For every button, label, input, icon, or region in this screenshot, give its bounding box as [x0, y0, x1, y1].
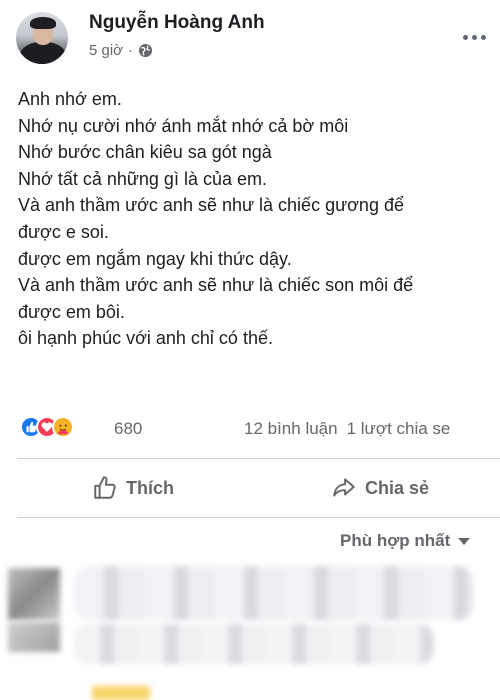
post-line: Nhớ bước chân kiêu sa gót ngà: [18, 142, 272, 163]
engagement-summary: 12 bình luận 1 lượt chia se: [244, 419, 459, 439]
post-line: Và anh thầm ước anh sẽ như là chiếc son …: [18, 275, 414, 296]
avatar-hair: [30, 17, 56, 29]
post-line: Anh nhớ em.: [18, 89, 122, 109]
author-avatar[interactable]: [16, 12, 68, 64]
share-button[interactable]: Chia sẻ: [331, 462, 429, 514]
post-line: Nhớ tất cả những gì là của em.: [18, 168, 267, 189]
divider: [17, 458, 500, 459]
share-label: Chia sẻ: [365, 477, 430, 498]
blurred-avatar: [8, 622, 60, 652]
meta-separator: ·: [128, 42, 134, 59]
share-arrow-icon: [333, 478, 355, 497]
reaction-count[interactable]: 680: [114, 419, 142, 439]
post-line: được e soi.: [18, 221, 109, 242]
reaction-icons[interactable]: [20, 416, 74, 438]
ellipsis-icon: [462, 34, 468, 40]
author-name[interactable]: Nguyễn Hoàng Anh: [89, 12, 265, 34]
globe-icon[interactable]: [138, 43, 153, 58]
like-label: Thích: [126, 477, 174, 498]
ellipsis-icon: [480, 34, 486, 40]
action-bar: Thích Chia sẻ: [0, 462, 500, 514]
blurred-comment-bubble: [74, 624, 434, 664]
post-line: ôi hạnh phúc với anh chỉ có thế.: [18, 328, 273, 349]
comment-count[interactable]: 12 bình luận: [244, 419, 338, 438]
post-line: Nhớ nụ cười nhớ ánh mắt nhớ cả bờ môi: [18, 115, 349, 136]
blurred-avatar: [8, 568, 60, 620]
ellipsis-icon: [471, 34, 477, 40]
blurred-comment-bubble: [74, 566, 474, 620]
avatar-body: [20, 42, 66, 64]
post-meta: 5 giờ ·: [89, 42, 153, 59]
post-header: Nguyễn Hoàng Anh 5 giờ ·: [0, 0, 500, 76]
more-options-button[interactable]: [456, 22, 492, 52]
comment-sort-dropdown[interactable]: Phù hợp nhất: [340, 531, 471, 551]
care-icon: [52, 416, 74, 438]
blurred-reaction: [92, 686, 150, 700]
like-button[interactable]: Thích: [92, 462, 174, 514]
thumbs-up-icon: [94, 476, 116, 499]
post-time[interactable]: 5 giờ: [89, 42, 123, 59]
divider: [17, 517, 500, 518]
post-stats: 680 12 bình luận 1 lượt chia se: [0, 410, 500, 446]
post-line: được em ngắm ngay khi thức dậy.: [18, 248, 292, 269]
post-line: Và anh thầm ước anh sẽ như là chiếc gươn…: [18, 195, 404, 216]
caret-down-icon: [458, 537, 471, 545]
post-content: Anh nhớ em. Nhớ nụ cười nhớ ánh mắt nhớ …: [18, 86, 496, 352]
sort-label: Phù hợp nhất: [340, 531, 451, 550]
share-count[interactable]: 1 lượt chia se: [347, 419, 451, 438]
post-line: được em bôi.: [18, 301, 125, 322]
